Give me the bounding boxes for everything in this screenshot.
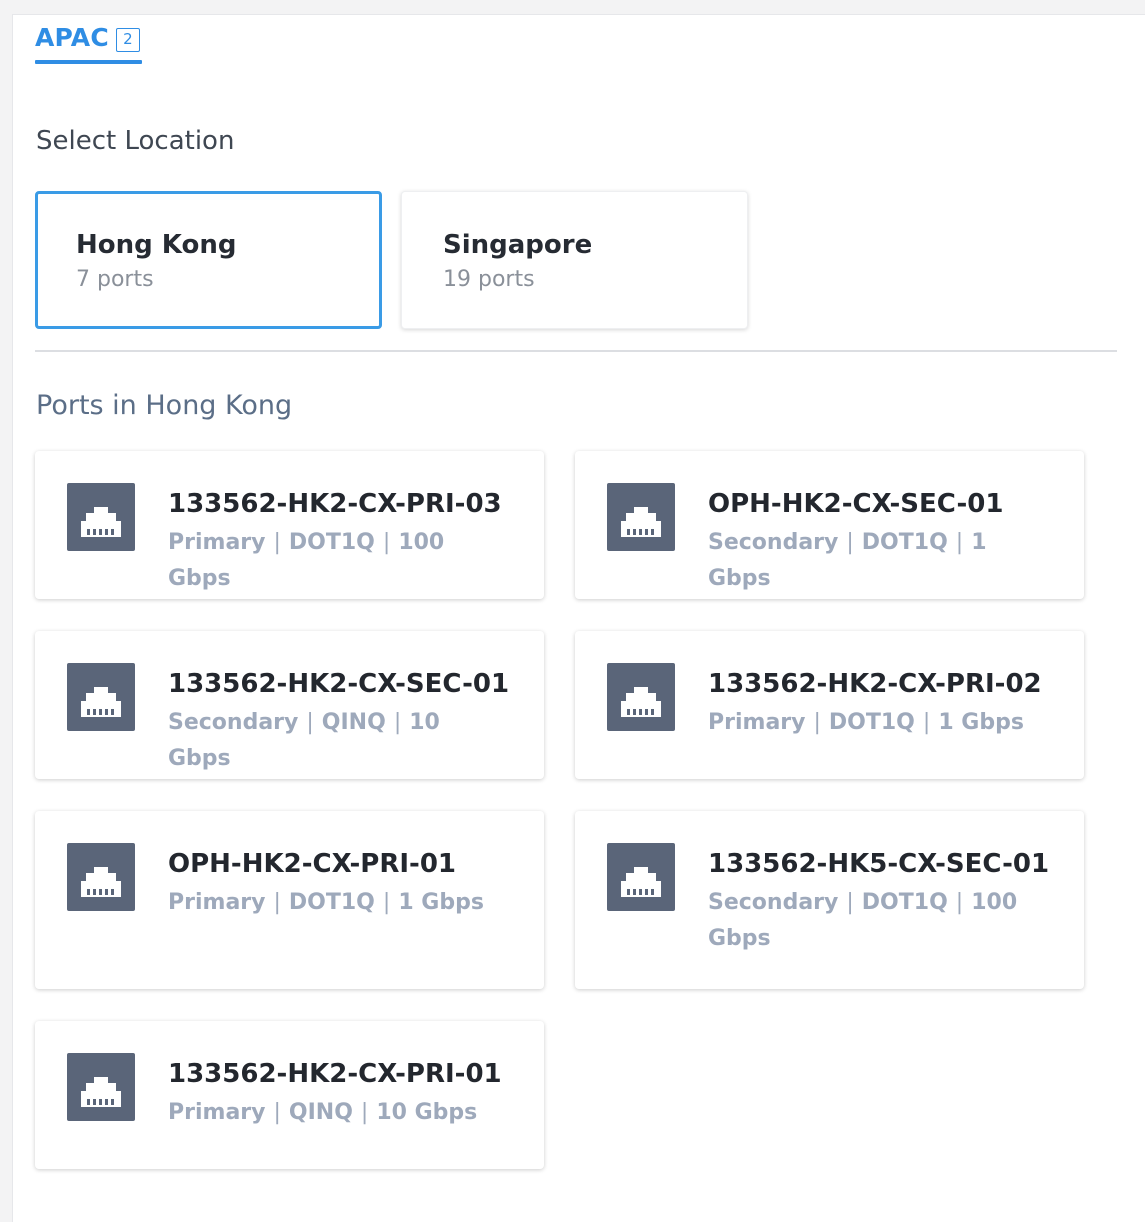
detail-separator: | (306, 710, 314, 735)
port-encapsulation: DOT1Q (861, 890, 948, 915)
port-name: OPH-HK2-CX-SEC-01 (708, 489, 1004, 519)
tab-apac[interactable]: APAC 2 (35, 21, 140, 63)
port-name: 133562-HK2-CX-SEC-01 (168, 669, 510, 699)
detail-separator: | (846, 530, 854, 555)
port-name: 133562-HK2-CX-PRI-02 (708, 669, 1042, 699)
port-name: OPH-HK2-CX-PRI-01 (168, 849, 457, 879)
port-role: Primary (708, 710, 806, 735)
port-details: Secondary | DOT1Q | 1 Gbps (708, 525, 1048, 597)
location-panel: APAC 2 Select Location Hong Kong 7 ports… (12, 14, 1145, 1222)
port-role: Secondary (168, 710, 299, 735)
port-encapsulation: QINQ (321, 710, 386, 735)
port-details: Primary | DOT1Q | 1 Gbps (708, 705, 1048, 741)
port-card[interactable]: 133562-HK2-CX-SEC-01 Secondary | QINQ | 10 Gb… (35, 631, 544, 779)
port-role: Secondary (708, 890, 839, 915)
detail-separator: | (846, 890, 854, 915)
detail-separator: | (922, 710, 931, 735)
location-port-count: 19 ports (443, 267, 535, 292)
port-encapsulation: DOT1Q (288, 890, 375, 915)
port-role: Primary (168, 890, 266, 915)
ethernet-port-icon (67, 1053, 135, 1121)
port-card[interactable]: 133562-HK2-CX-PRI-03 Primary | DOT1Q | 100 Gb… (35, 451, 544, 599)
port-card[interactable]: 133562-HK5-CX-SEC-01 Secondary | DOT1Q | 100 … (575, 811, 1084, 989)
port-name: 133562-HK2-CX-PRI-01 (168, 1059, 502, 1089)
detail-separator: | (382, 890, 391, 915)
port-details: Primary | QINQ | 10 Gbps (168, 1095, 508, 1131)
ports-heading: Ports in Hong Kong (36, 390, 293, 421)
port-details: Secondary | DOT1Q | 100 Gbps (708, 885, 1048, 957)
detail-separator: | (955, 890, 964, 915)
port-role: Primary (168, 530, 266, 555)
detail-separator: | (273, 890, 281, 915)
detail-separator: | (273, 1100, 281, 1125)
location-port-count: 7 ports (76, 267, 154, 292)
port-card[interactable]: 133562-HK2-CX-PRI-01 Primary | QINQ | 10 Gbps (35, 1021, 544, 1169)
port-encapsulation: QINQ (288, 1100, 353, 1125)
port-name: 133562-HK5-CX-SEC-01 (708, 849, 1050, 879)
port-speed: 1 Gbps (938, 710, 1024, 735)
port-details: Secondary | QINQ | 10 Gbps (168, 705, 508, 777)
port-encapsulation: DOT1Q (288, 530, 375, 555)
select-location-label: Select Location (36, 126, 235, 156)
detail-separator: | (393, 710, 402, 735)
ethernet-port-icon (607, 483, 675, 551)
location-name: Hong Kong (76, 230, 237, 260)
port-role: Secondary (708, 530, 839, 555)
port-name: 133562-HK2-CX-PRI-03 (168, 489, 502, 519)
ethernet-port-icon (67, 483, 135, 551)
ethernet-port-icon (67, 663, 135, 731)
port-card[interactable]: OPH-HK2-CX-PRI-01 Primary | DOT1Q | 1 Gbps (35, 811, 544, 989)
active-tab-indicator (35, 60, 142, 64)
port-speed: 1 Gbps (398, 890, 484, 915)
detail-separator: | (813, 710, 821, 735)
location-card-hong-kong[interactable]: Hong Kong 7 ports (35, 191, 382, 329)
tab-apac-count-badge: 2 (115, 28, 140, 52)
port-details: Primary | DOT1Q | 100 Gbps (168, 525, 508, 597)
port-speed: 10 Gbps (376, 1100, 478, 1125)
ethernet-port-icon (607, 663, 675, 731)
port-card[interactable]: 133562-HK2-CX-PRI-02 Primary | DOT1Q | 1 Gbps (575, 631, 1084, 779)
ethernet-port-icon (67, 843, 135, 911)
port-card[interactable]: OPH-HK2-CX-SEC-01 Secondary | DOT1Q | 1 Gbps (575, 451, 1084, 599)
port-encapsulation: DOT1Q (828, 710, 915, 735)
ethernet-port-icon (607, 843, 675, 911)
section-divider (35, 350, 1117, 352)
port-details: Primary | DOT1Q | 1 Gbps (168, 885, 508, 921)
detail-separator: | (360, 1100, 369, 1125)
detail-separator: | (382, 530, 391, 555)
detail-separator: | (955, 530, 964, 555)
detail-separator: | (273, 530, 281, 555)
tab-apac-label: APAC (35, 23, 109, 52)
port-role: Primary (168, 1100, 266, 1125)
location-card-singapore[interactable]: Singapore 19 ports (401, 191, 748, 329)
port-encapsulation: DOT1Q (861, 530, 948, 555)
location-name: Singapore (443, 230, 593, 260)
